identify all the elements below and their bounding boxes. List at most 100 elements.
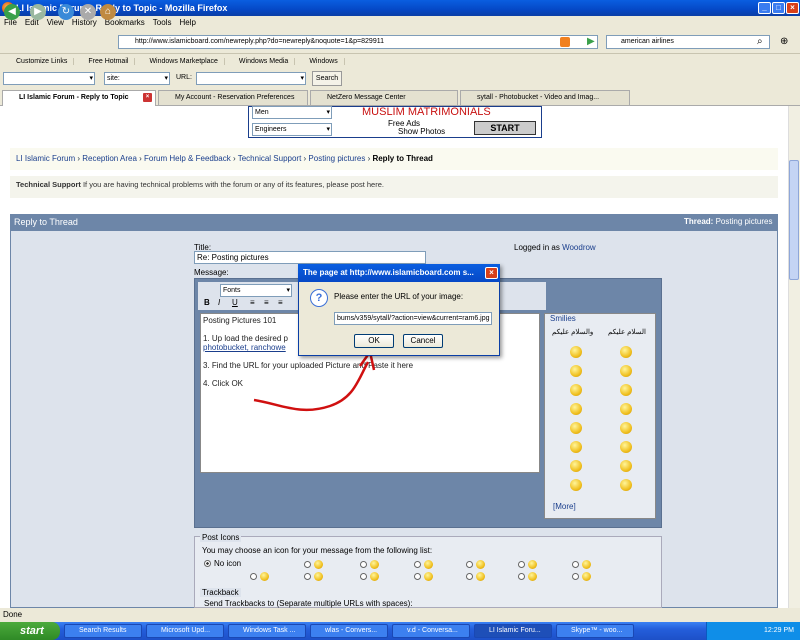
start-button[interactable]: start: [0, 622, 60, 640]
smiley-icon[interactable]: [620, 479, 632, 491]
smiley-icon[interactable]: [570, 365, 582, 377]
italic-button[interactable]: I: [218, 298, 220, 307]
post-icon-radio[interactable]: [304, 573, 311, 580]
taskbar-item[interactable]: Skype™ - woo...: [556, 624, 634, 638]
taskbar-item[interactable]: v.d - Conversa...: [392, 624, 470, 638]
smiley-icon[interactable]: [620, 441, 632, 453]
tab-reply-to-topic[interactable]: LI Islamic Forum - Reply to Topic ×: [2, 90, 156, 107]
scrollbar-thumb[interactable]: [789, 160, 799, 280]
underline-button[interactable]: U: [232, 298, 238, 307]
align-left-icon[interactable]: ≡: [250, 298, 255, 307]
post-icon[interactable]: [314, 560, 323, 569]
smiley-icon[interactable]: [570, 346, 582, 358]
search-icon[interactable]: ⌕: [757, 36, 763, 47]
dialog-url-input[interactable]: bums/v359/sytall/?action=view&current=ra…: [334, 312, 492, 325]
back-icon[interactable]: ◀: [4, 4, 20, 20]
bold-button[interactable]: B: [204, 298, 210, 307]
taskbar-item[interactable]: LI Islamic Foru...: [474, 624, 552, 638]
post-icon-radio[interactable]: [360, 573, 367, 580]
minimize-button[interactable]: _: [758, 2, 771, 14]
logged-user[interactable]: Woodrow: [562, 243, 596, 252]
post-icon-radio[interactable]: [572, 573, 579, 580]
banner-select-profession[interactable]: Engineers: [252, 123, 332, 136]
post-icon-radio[interactable]: [518, 573, 525, 580]
url-dropdown[interactable]: [196, 72, 306, 85]
smiley-icon[interactable]: [570, 384, 582, 396]
post-icon[interactable]: [476, 572, 485, 581]
post-icon[interactable]: [370, 560, 379, 569]
tab-netzero[interactable]: NetZero Message Center: [310, 90, 458, 105]
post-icon-radio[interactable]: [250, 573, 257, 580]
post-icon-radio[interactable]: [518, 561, 525, 568]
breadcrumb-item[interactable]: Posting pictures: [308, 154, 365, 163]
post-icon-radio[interactable]: [572, 561, 579, 568]
site-dropdown[interactable]: site:: [104, 72, 170, 85]
dialog-ok-button[interactable]: OK: [354, 334, 394, 348]
taskbar-item[interactable]: wlas - Convers...: [310, 624, 388, 638]
smiley-icon[interactable]: [620, 460, 632, 472]
dialog-cancel-button[interactable]: Cancel: [403, 334, 443, 348]
menu-tools[interactable]: Tools: [149, 18, 176, 27]
post-icon[interactable]: [260, 572, 269, 581]
title-input[interactable]: Re: Posting pictures: [194, 251, 426, 264]
post-icon[interactable]: [370, 572, 379, 581]
smiley-icon[interactable]: [570, 403, 582, 415]
smiley-icon[interactable]: [570, 479, 582, 491]
tab-photobucket[interactable]: sytall - Photobucket - Video and Imag...: [460, 90, 630, 105]
menu-help[interactable]: Help: [175, 18, 199, 27]
post-icon[interactable]: [582, 572, 591, 581]
smiley-icon[interactable]: [570, 441, 582, 453]
post-icon-radio[interactable]: [414, 561, 421, 568]
taskbar-item[interactable]: Windows Task ...: [228, 624, 306, 638]
reload-icon[interactable]: ↻: [58, 4, 74, 20]
tab-close-icon[interactable]: ×: [143, 93, 152, 102]
maximize-button[interactable]: □: [772, 2, 785, 14]
banner-start-button[interactable]: START: [474, 121, 536, 135]
search-input[interactable]: american airlines: [606, 35, 770, 49]
bookmark-item[interactable]: Windows: [295, 58, 345, 65]
tab-reservation[interactable]: My Account - Reservation Preferences: [158, 90, 308, 105]
post-icon[interactable]: [424, 560, 433, 569]
address-bar[interactable]: http://www.islamicboard.com/newreply.php…: [118, 35, 598, 49]
post-icon-radio[interactable]: [360, 561, 367, 568]
post-icon-radio[interactable]: [466, 561, 473, 568]
toolbar-dropdown[interactable]: [3, 72, 95, 85]
bookmark-item[interactable]: Windows Media: [224, 58, 296, 65]
font-select[interactable]: Fonts: [220, 284, 292, 297]
post-icon[interactable]: [528, 572, 537, 581]
post-icon-radio[interactable]: [414, 573, 421, 580]
bookmark-item[interactable]: Windows Marketplace: [135, 58, 225, 65]
post-icon[interactable]: [314, 572, 323, 581]
forward-icon[interactable]: ▶: [30, 4, 46, 20]
toolbar-search-button[interactable]: Search: [312, 71, 342, 86]
breadcrumb-item[interactable]: LI Islamic Forum: [16, 154, 75, 163]
post-icon[interactable]: [424, 572, 433, 581]
align-center-icon[interactable]: ≡: [264, 298, 269, 307]
breadcrumb-item[interactable]: Reception Area: [82, 154, 137, 163]
breadcrumb-item[interactable]: Technical Support: [238, 154, 302, 163]
post-icon-radio[interactable]: [466, 573, 473, 580]
bookmark-item[interactable]: Free Hotmail: [74, 58, 136, 65]
smiley-icon[interactable]: [620, 365, 632, 377]
post-icon-radio[interactable]: [304, 561, 311, 568]
taskbar-item[interactable]: Search Results: [64, 624, 142, 638]
bookmark-item[interactable]: Customize Links: [0, 58, 75, 65]
go-icon[interactable]: ▶: [587, 36, 595, 47]
smiley-icon[interactable]: [570, 460, 582, 472]
smiley-icon[interactable]: [620, 346, 632, 358]
taskbar-item[interactable]: Microsoft Upd...: [146, 624, 224, 638]
dialog-close-button[interactable]: ×: [485, 267, 498, 279]
smiley-icon[interactable]: [620, 422, 632, 434]
close-button[interactable]: ×: [786, 2, 799, 14]
no-icon-radio[interactable]: [204, 560, 211, 567]
breadcrumb-item[interactable]: Forum Help & Feedback: [144, 154, 231, 163]
home-icon[interactable]: ⌂: [100, 4, 116, 20]
post-icon[interactable]: [582, 560, 591, 569]
post-icon[interactable]: [476, 560, 485, 569]
thread-name[interactable]: Posting pictures: [716, 217, 773, 226]
smiley-icon[interactable]: [620, 384, 632, 396]
banner-select-gender[interactable]: Men: [252, 106, 332, 119]
rss-icon[interactable]: [560, 37, 570, 47]
smiley-icon[interactable]: [570, 422, 582, 434]
align-right-icon[interactable]: ≡: [278, 298, 283, 307]
